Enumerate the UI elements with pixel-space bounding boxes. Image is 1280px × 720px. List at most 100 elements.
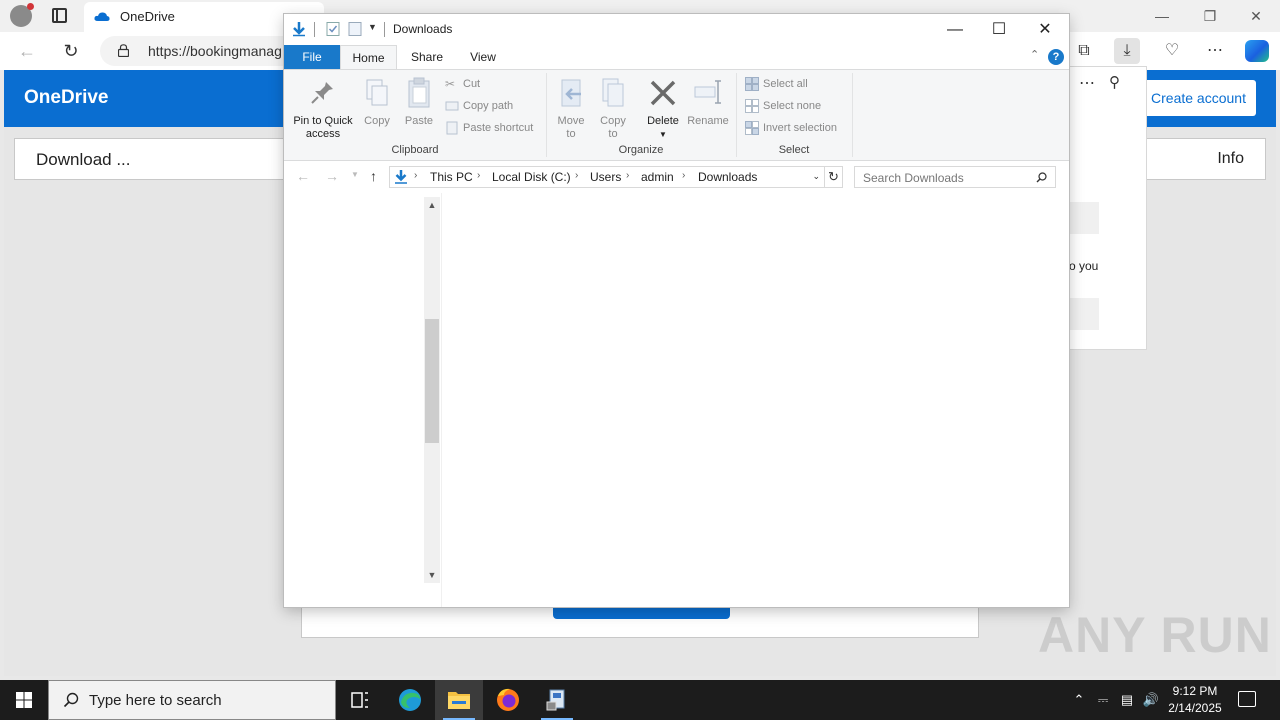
flyout-item-placeholder	[1069, 298, 1099, 330]
recent-locations-icon[interactable]: ▼	[351, 170, 359, 179]
tab-file[interactable]: File	[284, 45, 340, 69]
scroll-up-icon[interactable]: ▲	[424, 197, 440, 213]
delete-label: Delete	[647, 115, 679, 127]
explorer-address-bar[interactable]: › This PC › Local Disk (C:) › Users › ad…	[389, 166, 825, 188]
delete-dropdown-icon[interactable]: ▼	[642, 128, 684, 141]
setup-app-icon[interactable]	[533, 680, 581, 720]
rename-button[interactable]: Rename	[686, 76, 730, 128]
browser-essentials-icon[interactable]: ♡	[1159, 38, 1185, 64]
profile-avatar[interactable]	[10, 3, 34, 27]
breadcrumb-separator[interactable]: ›	[682, 170, 685, 181]
taskbar-clock[interactable]: 9:12 PM 2/14/2025	[1160, 683, 1230, 717]
copy-button[interactable]: Copy	[360, 76, 394, 128]
copy-path-icon	[445, 101, 459, 111]
select-none-icon	[745, 99, 759, 113]
breadcrumb-local-disk[interactable]: Local Disk (C:)	[492, 170, 571, 184]
flyout-more-icon[interactable]: ⋯	[1079, 73, 1095, 93]
taskbar-search-placeholder: Type here to search	[89, 692, 222, 709]
breadcrumb-separator[interactable]: ›	[575, 170, 578, 181]
show-hidden-icons-icon[interactable]: ⌃	[1070, 691, 1088, 709]
select-group-label: Select	[778, 144, 810, 156]
address-row: ← → ▼ ↑ › This PC › Local Disk (C:) › Us…	[284, 161, 1069, 193]
explorer-title-bar: ▼ Downloads — ☐ ✕	[284, 14, 1069, 45]
taskbar-search-box[interactable]: Type here to search	[48, 680, 336, 720]
firefox-app-icon[interactable]	[484, 680, 532, 720]
scroll-thumb[interactable]	[425, 319, 439, 443]
move-to-button[interactable]: Move to	[553, 76, 589, 141]
tab-view[interactable]: View	[458, 45, 508, 69]
downloads-arrow-icon	[293, 22, 305, 37]
tab-share[interactable]: Share	[402, 45, 452, 69]
pin-label-2: access	[305, 128, 341, 140]
network-icon[interactable]: ▤	[1118, 691, 1136, 709]
customize-qa-icon[interactable]: ▼	[368, 22, 377, 32]
tab-home[interactable]: Home	[340, 45, 397, 69]
copy-icon	[366, 79, 388, 106]
collections-icon[interactable]: ⧉	[1071, 38, 1097, 64]
browser-close-button[interactable]: ✕	[1246, 6, 1266, 26]
windows-start-icon[interactable]	[0, 680, 48, 720]
file-list-pane[interactable]	[441, 193, 1069, 607]
address-bar[interactable]: https://bookingmanag	[100, 36, 300, 66]
select-all-icon	[745, 77, 759, 91]
edge-app-icon[interactable]	[386, 680, 434, 720]
explorer-back-icon[interactable]: ←	[296, 168, 310, 184]
browser-restore-button[interactable]: ❐	[1200, 6, 1220, 26]
address-dropdown-icon[interactable]: ⌄	[812, 171, 820, 182]
paste-label: Paste	[404, 115, 434, 127]
breadcrumb-separator[interactable]: ›	[414, 170, 417, 181]
tab-actions-icon[interactable]	[52, 8, 67, 23]
properties-icon[interactable]	[325, 21, 341, 37]
explorer-forward-icon[interactable]: →	[325, 168, 339, 184]
refresh-icon[interactable]: ↻	[825, 166, 843, 188]
delete-x-icon	[650, 80, 676, 106]
copy-to-icon	[602, 78, 624, 107]
nav-pane-scrollbar[interactable]: ▲ ▼	[424, 197, 440, 583]
info-link[interactable]: Info	[1217, 150, 1244, 168]
onedrive-cloud-icon	[94, 12, 110, 21]
navigation-pane[interactable]	[284, 193, 440, 607]
breadcrumb-separator[interactable]: ›	[477, 170, 480, 181]
invert-selection-label: Invert selection	[763, 122, 837, 134]
file-explorer-app-icon[interactable]	[435, 680, 483, 720]
breadcrumb-downloads[interactable]: Downloads	[698, 170, 757, 184]
copyto-label-2: to	[608, 128, 618, 140]
collapse-ribbon-icon[interactable]: ⌃	[1030, 48, 1039, 61]
paste-icon	[408, 77, 430, 108]
breadcrumb-this-pc[interactable]: This PC	[430, 170, 473, 184]
qa-separator	[384, 22, 385, 37]
search-icon	[63, 692, 79, 708]
more-menu-icon[interactable]: ⋯	[1202, 38, 1228, 64]
notifications-icon[interactable]	[1238, 691, 1256, 707]
refresh-icon[interactable]: ↻	[60, 40, 82, 62]
browser-minimize-button[interactable]: —	[1152, 6, 1172, 26]
paste-button[interactable]: Paste	[402, 76, 436, 128]
explorer-maximize-button[interactable]: ☐	[984, 19, 1014, 41]
task-view-icon[interactable]	[336, 680, 384, 720]
downloads-icon[interactable]: ⤓	[1114, 38, 1140, 64]
breadcrumb-users[interactable]: Users	[590, 170, 621, 184]
move-label-1: Move	[557, 115, 585, 127]
firefox-icon	[497, 688, 519, 711]
pin-label-1: Pin to Quick	[293, 115, 353, 127]
search-downloads-input[interactable]: Search Downloads	[854, 166, 1056, 188]
breadcrumb-separator[interactable]: ›	[626, 170, 629, 181]
explorer-close-button[interactable]: ✕	[1030, 19, 1060, 41]
pin-to-quick-access-button[interactable]: Pin to Quick access	[290, 76, 356, 141]
up-arrow-icon[interactable]: ↑	[370, 168, 377, 184]
copy-path-label: Copy path	[463, 100, 514, 112]
scroll-down-icon[interactable]: ▼	[424, 567, 440, 583]
volume-icon[interactable]: 🔊	[1142, 691, 1160, 709]
flyout-pin-icon[interactable]: ⚲	[1109, 73, 1120, 91]
copilot-icon[interactable]	[1245, 40, 1269, 62]
new-folder-icon[interactable]	[347, 21, 363, 37]
ribbon-home: Pin to Quick access Copy Paste ✂ Cut Cop…	[284, 69, 1069, 161]
breadcrumb-admin[interactable]: admin	[641, 170, 674, 184]
explorer-minimize-button[interactable]: —	[940, 19, 970, 41]
help-icon[interactable]: ?	[1048, 49, 1064, 65]
delete-button[interactable]: Delete ▼	[642, 76, 684, 141]
create-account-button[interactable]: Create account	[1141, 80, 1256, 116]
network-adapter-icon[interactable]: ⎓	[1094, 691, 1112, 709]
back-arrow-icon[interactable]: ←	[16, 40, 38, 62]
copy-to-button[interactable]: Copy to	[595, 76, 631, 141]
